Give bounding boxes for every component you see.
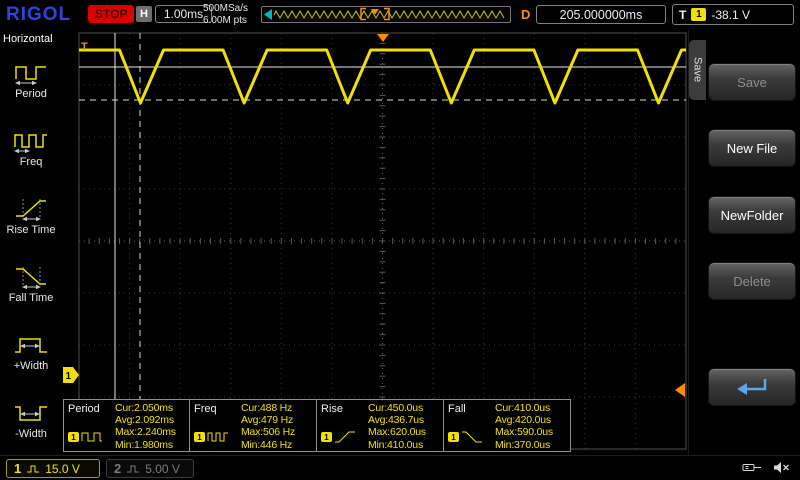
- preview-strip: [262, 7, 508, 22]
- memory-waveform-preview: [261, 6, 511, 23]
- measurement-name: Period: [68, 403, 115, 415]
- measurement-max: Max:506 Hz: [241, 426, 313, 438]
- scope-display: 1 T: [62, 30, 688, 455]
- scope-grid: 1 T: [62, 30, 688, 455]
- measurement-min: Min:1.980ms: [115, 439, 186, 451]
- measurement-avg: Avg:479 Hz: [241, 414, 313, 426]
- measurement-cur: Cur:2.050ms: [115, 402, 186, 414]
- freq-icon: [13, 129, 49, 153]
- menu-item-rise-time[interactable]: Rise Time: [0, 182, 62, 250]
- new-folder-button[interactable]: NewFolder: [708, 196, 796, 234]
- horizontal-label: H: [136, 6, 152, 22]
- measurement-avg: Avg:420.0us: [495, 414, 567, 426]
- bottom-bar: 1 15.0 V 2 5.00 V: [0, 455, 800, 480]
- measurement-box-period: Period 1 Cur:2.050ms Avg:2.092ms Max:2.2…: [63, 399, 190, 452]
- channel-2-scale: 5.00 V: [145, 462, 180, 476]
- trigger-level-marker[interactable]: [675, 383, 685, 397]
- rigol-logo: RIGOL: [6, 4, 71, 26]
- sample-rate: 500MSa/s: [203, 3, 248, 15]
- freq-glyph-icon: [207, 430, 229, 444]
- rise-time-icon: [13, 197, 49, 221]
- source-channel-badge: 1: [194, 432, 205, 442]
- measurement-avg: Avg:2.092ms: [115, 414, 186, 426]
- back-button[interactable]: [708, 368, 796, 406]
- delete-button[interactable]: Delete: [708, 262, 796, 300]
- minus-width-icon: [13, 401, 49, 425]
- measurement-name: Fall: [448, 403, 495, 415]
- delay-readout: 205.000000ms: [536, 5, 666, 24]
- save-menu: Save Save New File NewFolder Delete: [688, 30, 800, 455]
- menu-item-label: Freq: [20, 156, 43, 168]
- measurement-name: Freq: [194, 403, 241, 415]
- channel-2-number: 2: [114, 461, 121, 476]
- acquisition-info: 500MSa/s 6.00M pts: [203, 3, 248, 27]
- measurement-max: Max:620.0us: [368, 426, 440, 438]
- save-menu-tab[interactable]: Save: [689, 40, 706, 100]
- menu-item-freq[interactable]: Freq: [0, 114, 62, 182]
- fall-glyph-icon: [461, 430, 483, 444]
- usb-icon: [742, 461, 762, 474]
- coupling-icon: [26, 464, 40, 474]
- channel-1-number: 1: [14, 461, 21, 476]
- measurement-min: Min:410.0us: [368, 439, 440, 451]
- measurement-max: Max:590.0us: [495, 426, 567, 438]
- source-channel-badge: 1: [448, 432, 459, 442]
- source-channel-badge: 1: [68, 432, 79, 442]
- measurement-cur: Cur:450.0us: [368, 402, 440, 414]
- trigger-source-badge: 1: [691, 8, 706, 21]
- period-icon: [13, 61, 49, 85]
- memory-depth: 6.00M pts: [203, 15, 248, 27]
- trigger-edge-label: T: [81, 41, 88, 53]
- trigger-level-value: -38.1 V: [711, 8, 750, 22]
- rise-glyph-icon: [334, 430, 356, 444]
- menu-item-label: +Width: [14, 360, 49, 372]
- measurement-avg: Avg:436.7us: [368, 414, 440, 426]
- top-bar: RIGOL STOP H 1.00ms 500MSa/s 6.00M pts D…: [0, 0, 800, 30]
- fall-time-icon: [13, 265, 49, 289]
- measurement-name: Rise: [321, 403, 368, 415]
- new-file-button[interactable]: New File: [708, 129, 796, 167]
- delay-label: D: [521, 7, 530, 22]
- measurement-min: Min:446 Hz: [241, 439, 313, 451]
- trigger-position-marker[interactable]: [377, 34, 389, 42]
- menu-item-label: Period: [15, 88, 47, 100]
- trigger-readout: T 1 -38.1 V: [672, 4, 794, 25]
- measurement-box-freq: Freq 1 Cur:488 Hz Avg:479 Hz Max:506 Hz …: [190, 399, 317, 452]
- speaker-muted-icon: [773, 461, 790, 474]
- menu-item-period[interactable]: Period: [0, 46, 62, 114]
- measurement-box-rise: Rise 1 Cur:450.0us Avg:436.7us Max:620.0…: [317, 399, 444, 452]
- status-icons: [742, 461, 790, 474]
- period-glyph-icon: [81, 430, 103, 444]
- ch1-ground-marker[interactable]: 1: [63, 367, 79, 383]
- measurement-max: Max:2.240ms: [115, 426, 186, 438]
- channel-1-scale: 15.0 V: [45, 462, 80, 476]
- measurement-cur: Cur:488 Hz: [241, 402, 313, 414]
- menu-item-label: Rise Time: [7, 224, 56, 236]
- channel-2-chip[interactable]: 2 5.00 V: [106, 459, 194, 478]
- save-menu-tab-label: Save: [692, 57, 704, 82]
- return-arrow-icon: [732, 374, 772, 400]
- measurement-cur: Cur:410.0us: [495, 402, 567, 414]
- measurement-panel: Period 1 Cur:2.050ms Avg:2.092ms Max:2.2…: [63, 399, 571, 452]
- menu-item-label: Fall Time: [9, 292, 54, 304]
- channel-1-chip[interactable]: 1 15.0 V: [6, 459, 100, 478]
- measure-menu: Horizontal Period Freq: [0, 30, 62, 455]
- plus-width-icon: [13, 333, 49, 357]
- coupling-icon: [126, 464, 140, 474]
- measurement-box-fall: Fall 1 Cur:410.0us Avg:420.0us Max:590.0…: [444, 399, 571, 452]
- menu-item-minus-width[interactable]: -Width: [0, 387, 62, 455]
- measure-menu-title: Horizontal: [0, 30, 62, 46]
- oscilloscope-screen: RIGOL STOP H 1.00ms 500MSa/s 6.00M pts D…: [0, 0, 800, 480]
- run-state-badge: STOP: [88, 5, 134, 23]
- menu-item-fall-time[interactable]: Fall Time: [0, 251, 62, 319]
- measurement-min: Min:370.0us: [495, 439, 567, 451]
- trigger-label: T: [679, 8, 686, 22]
- save-button[interactable]: Save: [708, 63, 796, 101]
- source-channel-badge: 1: [321, 432, 332, 442]
- menu-item-label: -Width: [15, 428, 47, 440]
- menu-item-plus-width[interactable]: +Width: [0, 319, 62, 387]
- preview-left-arrow-icon: [264, 9, 272, 20]
- svg-text:1: 1: [66, 371, 72, 382]
